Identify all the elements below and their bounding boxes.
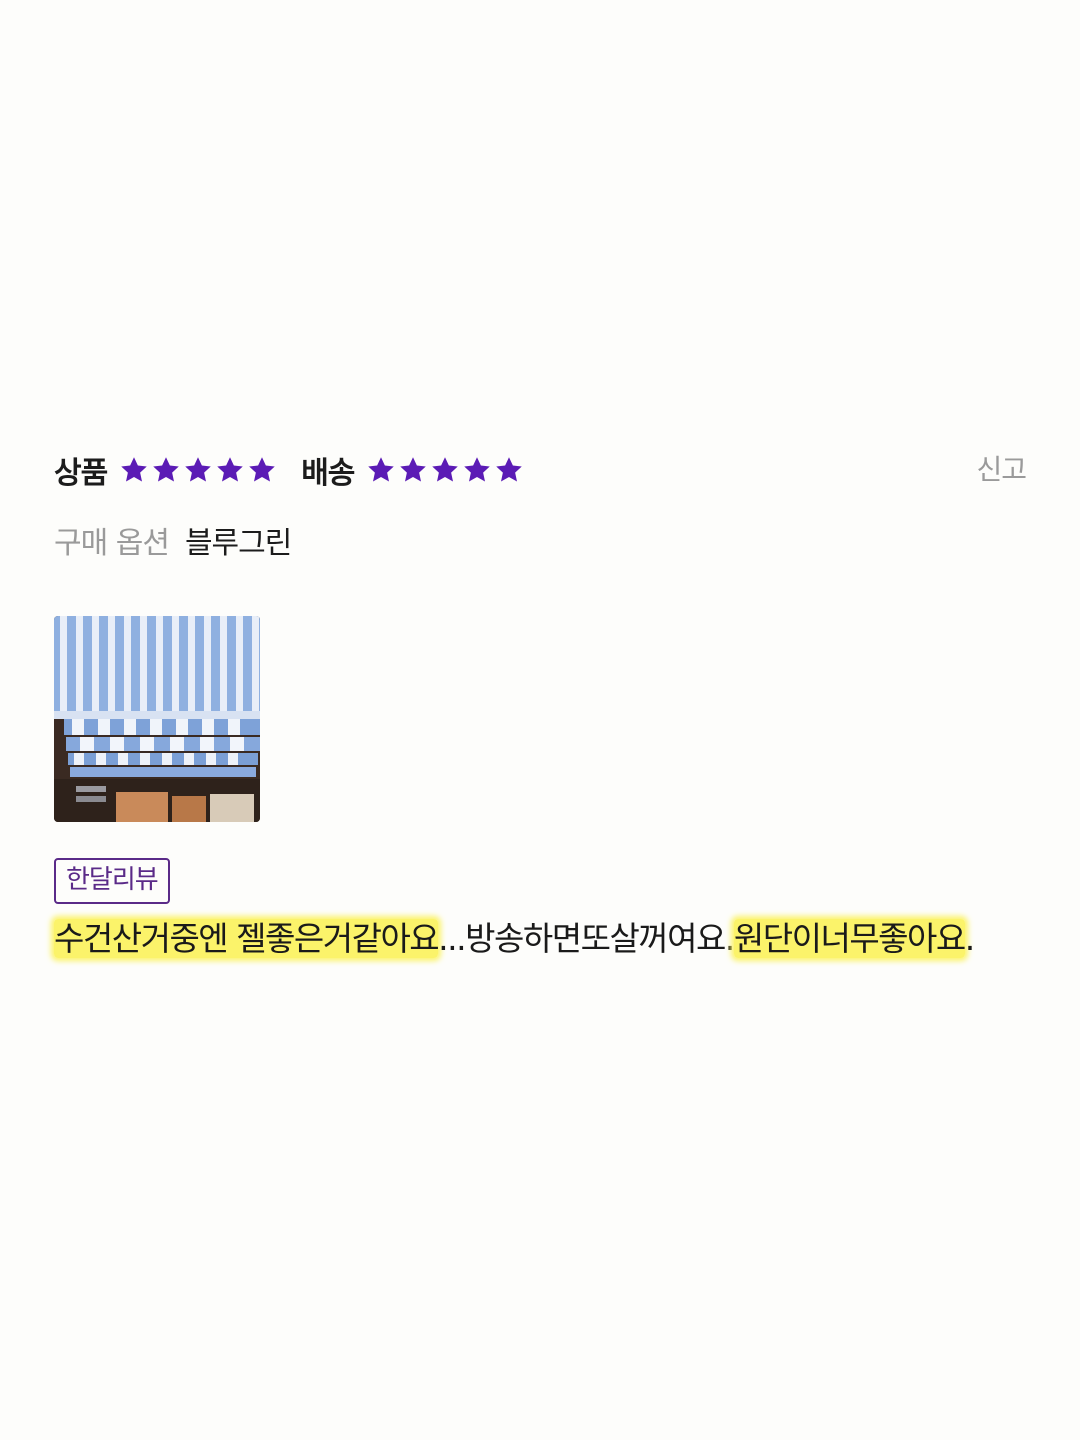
delivery-stars [366, 455, 526, 485]
star-icon [398, 455, 428, 485]
purchase-option-row: 구매 옵션 블루그린 [54, 510, 1030, 570]
star-icon [151, 455, 181, 485]
product-rating: 상품 [54, 448, 279, 492]
report-link[interactable]: 신고 [976, 448, 1027, 488]
review-text-segment-4: . [964, 919, 976, 958]
star-icon [215, 455, 245, 485]
star-icon [430, 455, 460, 485]
review-text-segment-1: 수건산거중엔 젤좋은거같아요 [54, 919, 440, 958]
star-icon [366, 455, 396, 485]
review-text-segment-3: 원단이너무좋아요 [733, 919, 966, 958]
review-text-segment-2: ...방송하면또살꺼여요. [438, 919, 735, 958]
review-body: 수건산거중엔 젤좋은거같아요...방송하면또살꺼여요.원단이너무좋아요. [54, 914, 1024, 964]
delivery-rating-label: 배송 [301, 456, 355, 491]
review-card: 상품 배송 신고 구매 옵션 블루그린 한달리뷰 수건산거중엔 젤좋은거같아요.… [54, 440, 1030, 964]
star-icon [247, 455, 277, 485]
product-rating-label: 상품 [54, 456, 108, 491]
delivery-rating: 배송 [301, 448, 526, 492]
product-stars [119, 455, 279, 485]
rating-row: 상품 배송 신고 [54, 440, 1030, 500]
star-icon [462, 455, 492, 485]
review-photo[interactable] [54, 616, 260, 822]
purchase-option-label: 구매 옵션 [54, 526, 170, 561]
star-icon [494, 455, 524, 485]
purchase-option-value: 블루그린 [184, 526, 292, 561]
star-icon [119, 455, 149, 485]
star-icon [183, 455, 213, 485]
striped-towel-photo-icon [54, 616, 260, 822]
monthly-review-badge: 한달리뷰 [54, 858, 170, 904]
